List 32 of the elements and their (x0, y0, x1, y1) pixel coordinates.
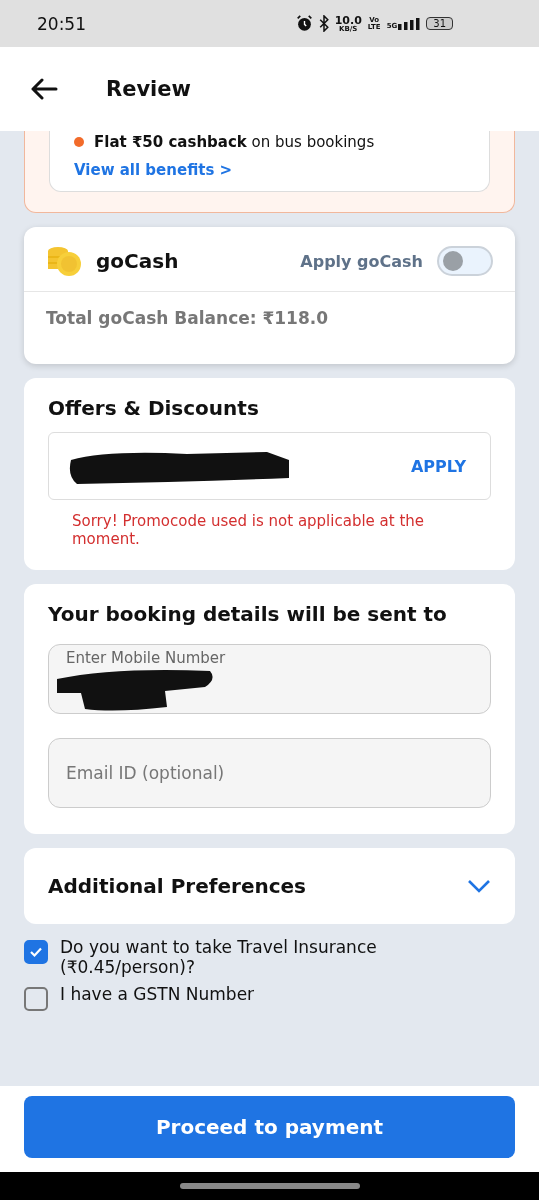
back-arrow-icon[interactable] (30, 78, 58, 100)
email-field[interactable]: Email ID (optional) (48, 738, 491, 808)
gocash-balance: Total goCash Balance: ₹118.0 (45, 307, 330, 330)
chevron-icon[interactable] (467, 879, 491, 893)
section-title: Your booking details will be sent to (48, 602, 448, 626)
section-title: Offers & Discounts (48, 396, 260, 420)
promo-code-field[interactable]: APPLY (48, 432, 491, 500)
section-title: Additional Preferences (48, 874, 307, 898)
alarm-icon (295, 15, 313, 32)
proceed-button[interactable]: Proceed to payment (24, 1096, 515, 1158)
gocash-toggle[interactable] (437, 246, 493, 276)
view-benefits-link[interactable]: View all benefits > (74, 161, 465, 179)
gocash-title: goCash (96, 249, 180, 273)
option-label: Do you want to take Travel Insurance (₹0.45/person)? (60, 938, 378, 978)
preferences-card[interactable]: Additional Preferences (24, 848, 515, 924)
apply-button[interactable]: APPLY (404, 455, 472, 477)
checkbox[interactable] (24, 940, 48, 964)
battery-indicator: 31 (426, 17, 453, 30)
bullet-icon (74, 137, 84, 147)
bluetooth-icon (318, 15, 329, 32)
promo-error-message: Sorry! Promocode used is not applicable at the moment. (71, 511, 426, 550)
option-label: I have a GSTN Number (60, 985, 255, 1005)
page-title: Review (106, 77, 191, 101)
status-time: 20:51 (37, 13, 86, 34)
signal-icon (398, 17, 421, 30)
network-speed: 10.0 (334, 14, 362, 26)
coins-icon (46, 245, 82, 277)
field-label: Enter Mobile Number (65, 649, 226, 667)
benefit-text: Flat ₹50 cashback on bus bookings (94, 133, 375, 151)
mobile-number-field[interactable]: Enter Mobile Number (48, 644, 491, 714)
apply-gocash-label: Apply goCash (300, 251, 423, 271)
checkbox[interactable] (24, 987, 48, 1012)
